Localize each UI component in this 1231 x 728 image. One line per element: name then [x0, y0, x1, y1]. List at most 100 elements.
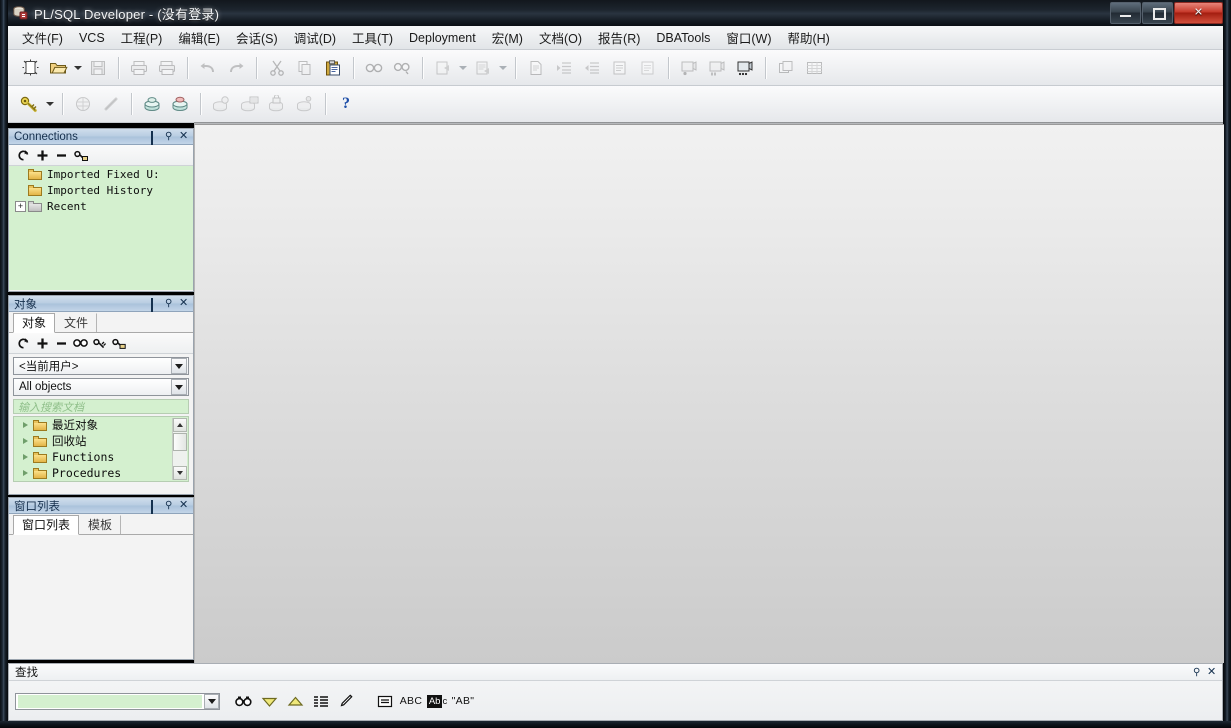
object-search-input[interactable]: 输入搜索文档	[13, 399, 189, 414]
match-case-icon[interactable]: Ab c	[424, 689, 450, 713]
remove-icon[interactable]	[53, 335, 70, 351]
menu-item-5[interactable]: 调试(D)	[286, 25, 344, 50]
expand-arrow-icon[interactable]	[20, 436, 31, 447]
highlight-pencil-icon[interactable]	[334, 689, 360, 713]
open-dropdown-caret[interactable]	[72, 55, 84, 81]
sql-window-icon[interactable]	[69, 91, 97, 117]
maximize-button[interactable]	[1142, 2, 1173, 24]
add-icon[interactable]	[34, 335, 51, 351]
find-prev-up-icon[interactable]	[282, 689, 308, 713]
end-session-icon[interactable]	[166, 91, 194, 117]
open-folder-icon[interactable]	[44, 55, 72, 81]
close-button[interactable]: ✕	[1174, 2, 1223, 24]
print-preview-icon[interactable]	[153, 55, 181, 81]
connection-tree-item[interactable]: Imported History	[9, 182, 193, 198]
object-filter-select[interactable]: All objects	[13, 378, 189, 396]
menu-item-1[interactable]: VCS	[71, 28, 113, 48]
restore-icon[interactable]	[151, 500, 160, 514]
menu-item-13[interactable]: 帮助(H)	[779, 25, 837, 50]
menu-item-8[interactable]: 宏(M)	[484, 25, 531, 50]
undo-icon[interactable]	[194, 55, 222, 81]
print-icon[interactable]	[125, 55, 153, 81]
step-into-icon[interactable]	[675, 55, 703, 81]
chevron-down-icon[interactable]	[171, 358, 187, 374]
scroll-down-button[interactable]	[173, 466, 187, 480]
edit-connection-icon[interactable]	[72, 147, 89, 163]
connections-tree[interactable]: Imported Fixed U: Imported History + Recent	[9, 166, 193, 290]
refresh-icon[interactable]	[15, 335, 32, 351]
connection-tree-item[interactable]: Imported Fixed U:	[9, 166, 193, 182]
find-next-icon[interactable]	[388, 55, 416, 81]
menu-item-11[interactable]: DBATools	[648, 28, 718, 48]
comment-icon[interactable]	[606, 55, 634, 81]
refresh-icon[interactable]	[15, 147, 32, 163]
uncomment-icon[interactable]	[634, 55, 662, 81]
find-icon[interactable]	[360, 55, 388, 81]
objects-tree[interactable]: 最近对象 回收站 Functions Procedures	[13, 416, 189, 482]
object-tree-item[interactable]: Functions	[14, 449, 188, 465]
expand-arrow-icon[interactable]	[20, 420, 31, 431]
save-icon[interactable]	[84, 55, 112, 81]
menu-item-4[interactable]: 会话(S)	[228, 25, 286, 50]
step-over-icon[interactable]	[703, 55, 731, 81]
expand-arrow-icon[interactable]	[20, 452, 31, 463]
restore-icon[interactable]	[151, 298, 160, 312]
menu-item-2[interactable]: 工程(P)	[113, 25, 171, 50]
close-icon[interactable]: ✕	[179, 131, 188, 142]
chevron-down-icon[interactable]	[204, 693, 219, 709]
object-tree-item[interactable]: 最近对象	[14, 417, 188, 433]
new-session-icon[interactable]	[138, 91, 166, 117]
menu-item-7[interactable]: Deployment	[401, 28, 484, 48]
run-dropdown-caret[interactable]	[497, 55, 509, 81]
grid-icon[interactable]	[800, 55, 828, 81]
folder-key-icon[interactable]	[110, 335, 127, 351]
find-binoculars-icon[interactable]	[230, 689, 256, 713]
indent-icon[interactable]	[550, 55, 578, 81]
remove-icon[interactable]	[53, 147, 70, 163]
login-key-icon[interactable]	[16, 91, 44, 117]
db-lock-icon[interactable]	[263, 91, 291, 117]
redo-icon[interactable]	[222, 55, 250, 81]
connection-tree-item[interactable]: + Recent	[9, 198, 193, 214]
user-select[interactable]: <当前用户>	[13, 357, 189, 375]
add-icon[interactable]	[34, 147, 51, 163]
regex-icon[interactable]: "AB"	[450, 689, 476, 713]
window-list-tab-0[interactable]: 窗口列表	[13, 515, 80, 535]
objects-tree-scrollbar[interactable]	[172, 418, 187, 480]
step-out-icon[interactable]	[731, 55, 759, 81]
menu-item-0[interactable]: 文件(F)	[14, 25, 71, 50]
pin-icon[interactable]: ⚲	[165, 132, 174, 142]
explain-plan-icon[interactable]	[522, 55, 550, 81]
pin-icon[interactable]: ⚲	[165, 299, 174, 309]
object-tree-item[interactable]: 回收站	[14, 433, 188, 449]
find-options-icon[interactable]	[372, 689, 398, 713]
login-dropdown-caret[interactable]	[44, 91, 56, 117]
expand-icon[interactable]: +	[15, 200, 26, 212]
restore-icon[interactable]	[151, 131, 160, 145]
find-all-list-icon[interactable]	[308, 689, 334, 713]
window-list-content[interactable]	[9, 535, 193, 655]
paste-icon[interactable]	[319, 55, 347, 81]
find-input-field[interactable]	[18, 694, 202, 708]
scroll-thumb[interactable]	[173, 433, 187, 451]
menu-item-6[interactable]: 工具(T)	[344, 25, 401, 50]
execute-icon[interactable]	[429, 55, 457, 81]
chevron-down-icon[interactable]	[171, 379, 187, 395]
execute-dropdown-caret[interactable]	[457, 55, 469, 81]
cut-icon[interactable]	[263, 55, 291, 81]
menu-item-9[interactable]: 文档(O)	[531, 25, 590, 50]
find-icon[interactable]	[72, 335, 89, 351]
pin-icon[interactable]: ⚲	[1193, 667, 1202, 677]
close-icon[interactable]: ✕	[179, 500, 188, 511]
find-next-down-icon[interactable]	[256, 689, 282, 713]
close-icon[interactable]: ✕	[179, 298, 188, 309]
menu-item-10[interactable]: 报告(R)	[590, 25, 648, 50]
help-question-icon[interactable]: ?	[332, 91, 360, 117]
tile-windows-icon[interactable]	[772, 55, 800, 81]
db-user-icon[interactable]	[291, 91, 319, 117]
new-icon[interactable]	[16, 55, 44, 81]
whole-word-icon[interactable]: ABC	[398, 689, 424, 713]
copy-icon[interactable]	[291, 55, 319, 81]
scroll-up-button[interactable]	[173, 418, 187, 432]
db-info-icon[interactable]	[207, 91, 235, 117]
